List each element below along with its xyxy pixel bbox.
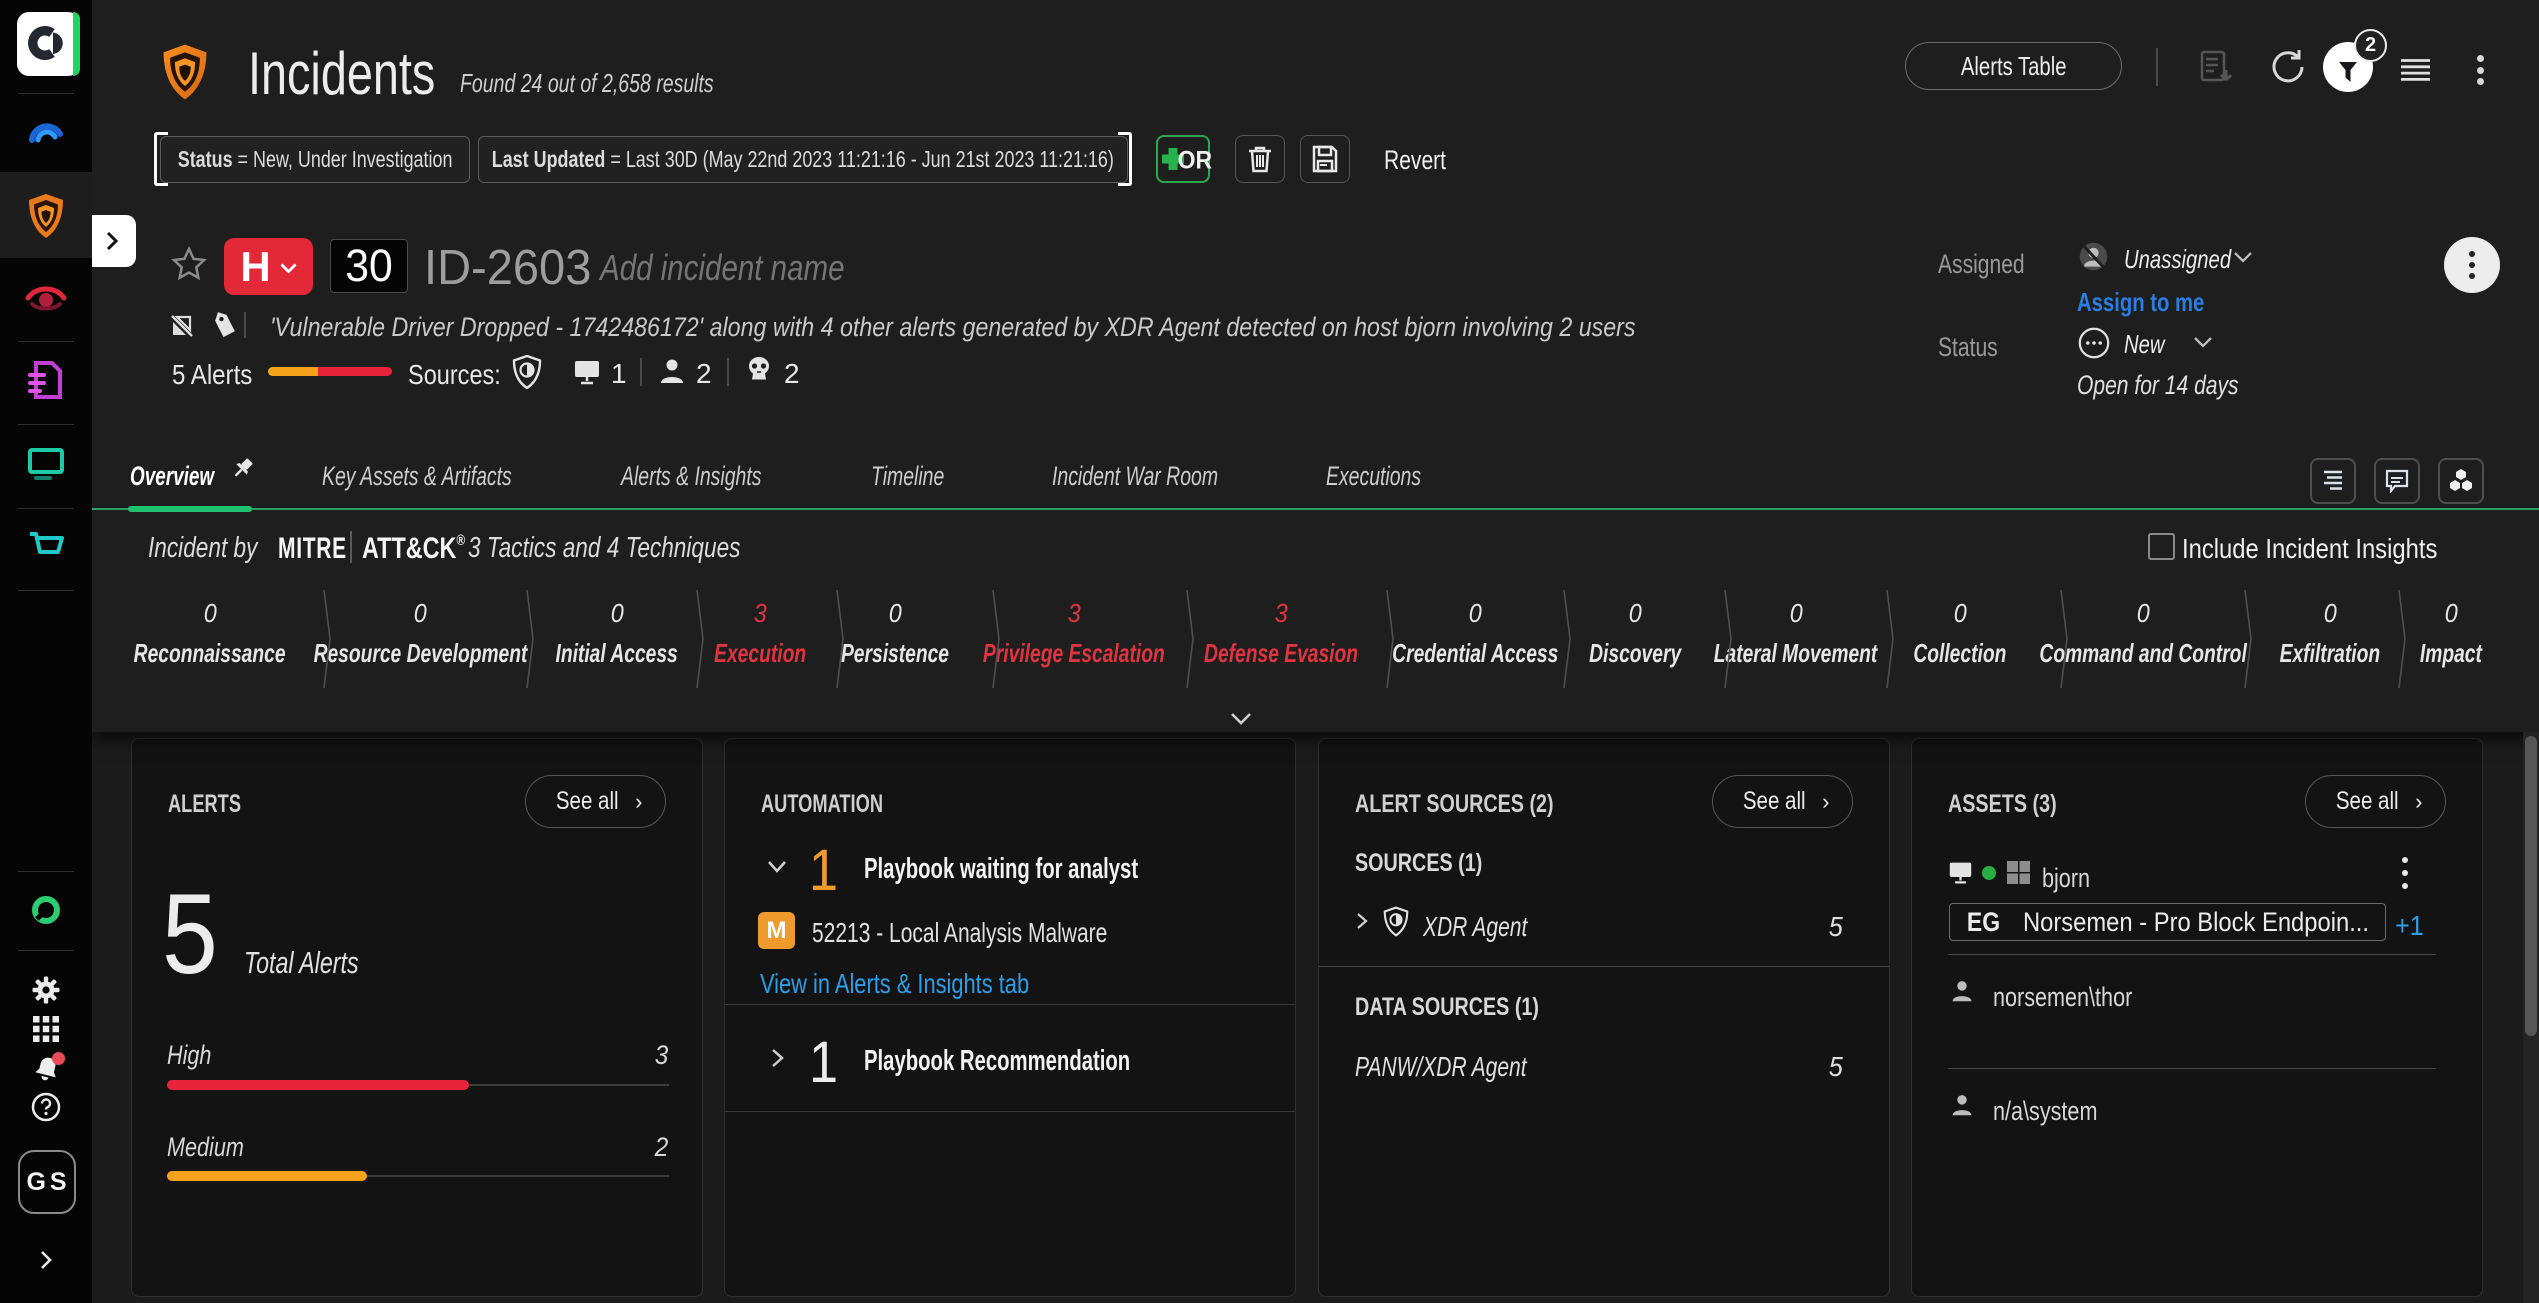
svg-text:OR: OR <box>1178 147 1213 173</box>
